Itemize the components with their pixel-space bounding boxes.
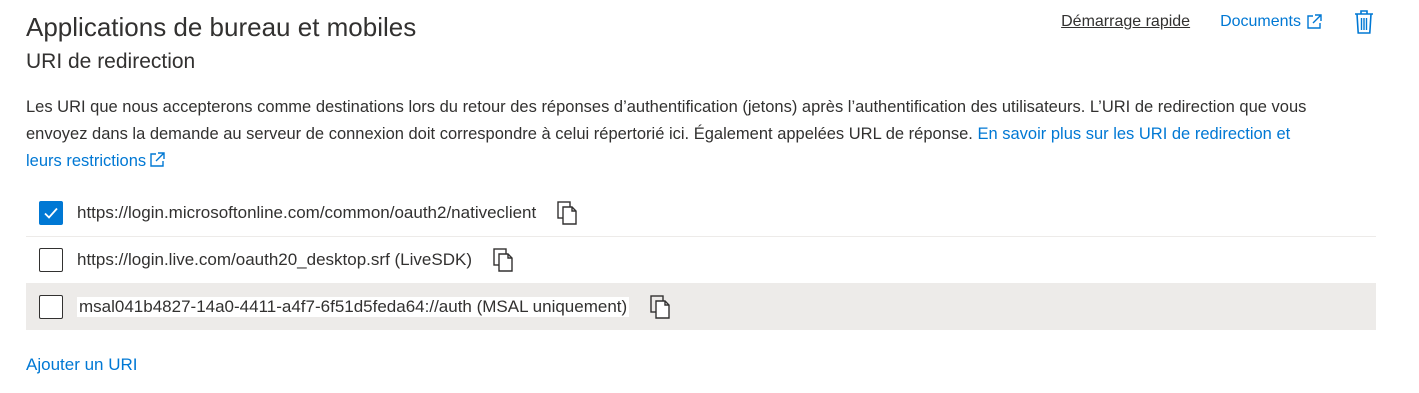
quickstart-link[interactable]: Démarrage rapide — [1061, 13, 1190, 31]
uri-row: msal041b4827-14a0-4411-a4f7-6f51d5feda64… — [26, 284, 1376, 330]
uri-row: https://login.microsoftonline.com/common… — [26, 190, 1376, 237]
header-actions: Démarrage rapide Documents — [1061, 8, 1375, 36]
documents-link[interactable]: Documents — [1220, 13, 1323, 31]
copy-icon[interactable] — [556, 200, 578, 226]
external-link-icon — [150, 152, 165, 167]
trash-icon[interactable] — [1353, 8, 1375, 36]
uri-value[interactable]: msal041b4827-14a0-4411-a4f7-6f51d5feda64… — [77, 297, 630, 317]
section-subtitle: URI de redirection — [26, 50, 196, 73]
uri-value: https://login.microsoftonline.com/common… — [77, 203, 537, 222]
copy-icon[interactable] — [492, 247, 514, 273]
redirect-uri-description: Les URI que nous accepterons comme desti… — [26, 94, 1326, 175]
external-link-icon — [1307, 14, 1322, 29]
uri-checkbox[interactable] — [39, 248, 63, 272]
documents-label: Documents — [1220, 13, 1301, 30]
add-uri-link[interactable]: Ajouter un URI — [26, 355, 138, 375]
copy-icon[interactable] — [649, 294, 671, 320]
uri-row: https://login.live.com/oauth20_desktop.s… — [26, 237, 1376, 284]
redirect-uri-list: https://login.microsoftonline.com/common… — [26, 190, 1376, 330]
check-icon — [44, 207, 58, 219]
page-title: Applications de bureau et mobiles — [26, 12, 417, 42]
uri-checkbox[interactable] — [39, 201, 63, 225]
uri-checkbox[interactable] — [39, 295, 63, 319]
uri-value: https://login.live.com/oauth20_desktop.s… — [77, 250, 472, 269]
